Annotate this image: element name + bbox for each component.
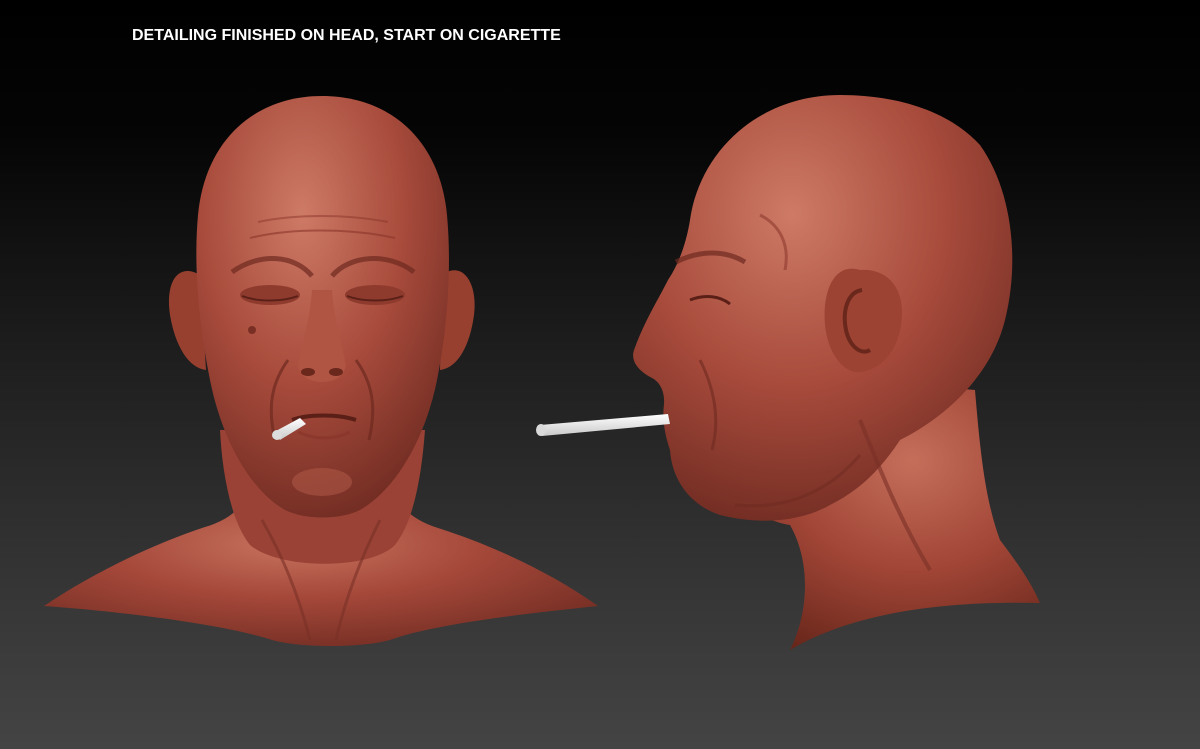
sculpt-viewport: DETAILING FINISHED ON HEAD, START ON CIG… bbox=[0, 0, 1200, 749]
side-cigarette bbox=[536, 414, 670, 436]
front-head-sculpt bbox=[44, 96, 598, 646]
sculpt-canvas bbox=[44, 95, 1040, 650]
side-head-sculpt bbox=[536, 95, 1040, 650]
